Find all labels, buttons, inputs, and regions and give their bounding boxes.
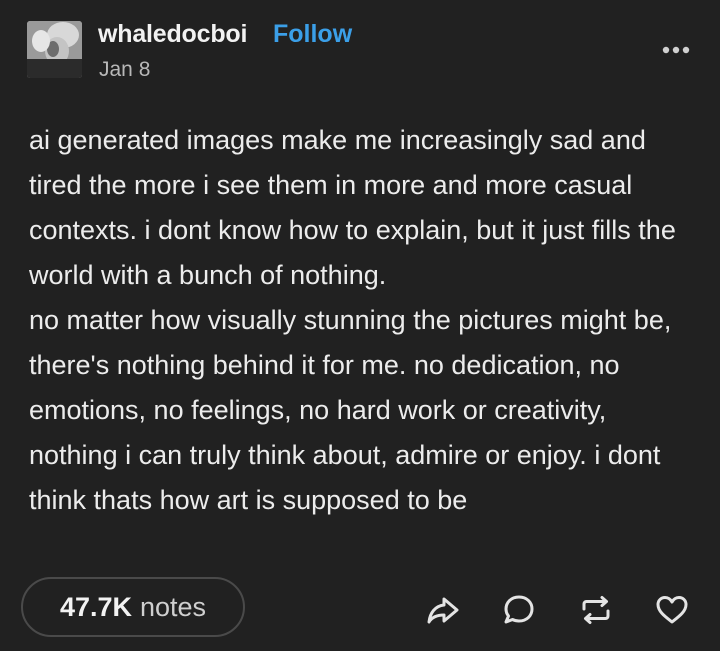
like-icon[interactable] [654,592,690,628]
notes-label: notes [140,591,207,622]
avatar[interactable] [27,21,82,78]
reblog-icon[interactable] [578,592,614,628]
post-date[interactable]: Jan 8 [99,58,150,82]
post-body: ai generated images make me increasingly… [29,118,701,523]
share-icon[interactable] [425,592,461,628]
follow-button[interactable]: Follow [273,20,352,49]
avatar-image [27,21,82,78]
username[interactable]: whaledocboi [98,20,247,49]
post-paragraph: no matter how visually stunning the pict… [29,305,672,515]
reply-icon[interactable] [501,592,537,628]
notes-count: 47.7K [59,591,132,622]
post-paragraph: ai generated images make me increasingly… [29,125,676,290]
notes-button[interactable]: 47.7K notes [21,577,245,637]
more-options-icon[interactable] [660,40,692,60]
